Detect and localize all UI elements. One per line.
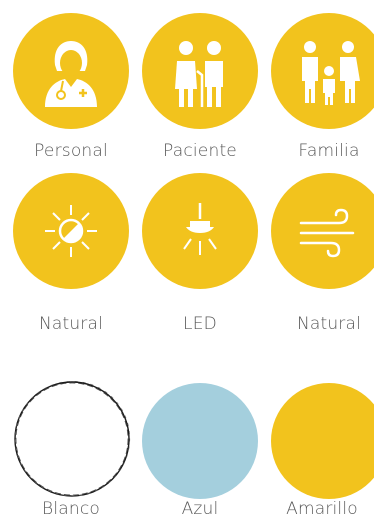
label-familia: Familia	[298, 141, 360, 161]
elderly-couple-icon	[175, 41, 223, 107]
azul-swatch[interactable]	[142, 383, 258, 499]
sun-icon	[45, 205, 97, 257]
label-natural-light: Natural	[38, 314, 104, 334]
wind-icon	[299, 208, 355, 258]
label-amarillo: Amarillo	[286, 499, 358, 519]
natural-light-circle[interactable]	[13, 173, 129, 289]
led-circle[interactable]	[142, 173, 258, 289]
doctor-icon	[45, 41, 97, 107]
label-blanco: Blanco	[42, 499, 100, 519]
white-swatch	[14, 380, 131, 497]
blanco-swatch[interactable]	[13, 380, 131, 498]
paciente-circle[interactable]	[142, 13, 258, 129]
label-natural-wind: Natural	[296, 314, 362, 334]
personal-circle[interactable]	[13, 13, 129, 129]
label-azul: Azul	[181, 499, 219, 519]
label-paciente: Paciente	[163, 141, 237, 161]
familia-circle[interactable]	[271, 13, 374, 129]
natural-wind-circle[interactable]	[271, 173, 374, 289]
amarillo-swatch[interactable]	[271, 383, 374, 499]
family-icon	[302, 41, 360, 105]
label-led: LED	[183, 314, 217, 334]
ceiling-lamp-icon	[183, 203, 217, 255]
label-personal: Personal	[34, 141, 108, 161]
